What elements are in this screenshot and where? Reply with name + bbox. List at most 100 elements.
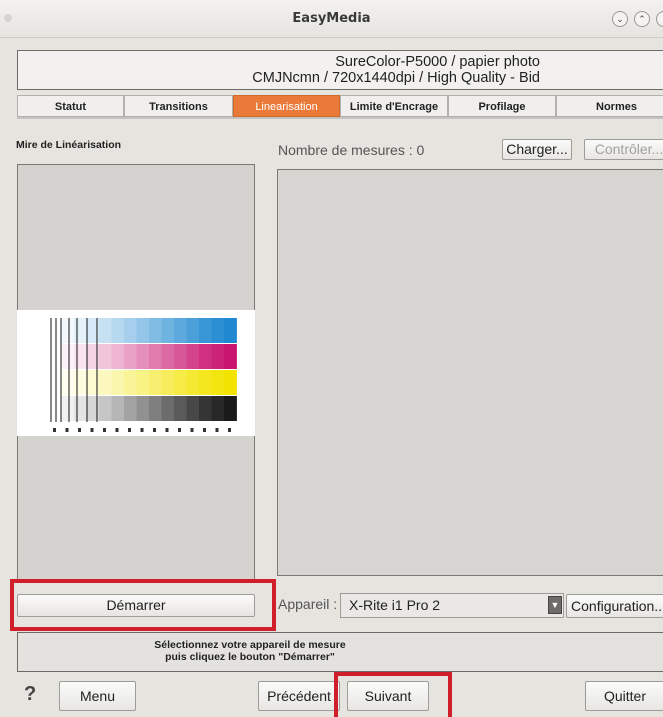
patch-black-2 xyxy=(74,396,87,421)
patch-magenta-1 xyxy=(61,344,75,369)
tab-linearisation[interactable]: Linearisation xyxy=(233,95,340,117)
patch-marker xyxy=(190,428,194,432)
patch-marker xyxy=(140,428,144,432)
patch-magenta-8 xyxy=(149,344,162,369)
status-line2: puis cliquez le bouton "Démarrer" xyxy=(165,651,335,663)
measurement-count: Nombre de mesures : 0 xyxy=(278,142,424,158)
load-button[interactable]: Charger... xyxy=(502,139,572,160)
device-label: Appareil : xyxy=(278,596,337,612)
patch-yellow-10 xyxy=(174,370,187,395)
tab-limite-encrage[interactable]: Limite d'Encrage xyxy=(340,95,448,117)
next-button-highlight xyxy=(334,672,452,717)
configuration-button[interactable]: Configuration... xyxy=(566,594,663,618)
patch-cyan-7 xyxy=(136,318,150,343)
measurement-area xyxy=(277,169,663,576)
chevron-down-icon: ▼ xyxy=(550,600,560,610)
patch-black-11 xyxy=(186,396,200,421)
patch-marker xyxy=(65,428,69,432)
tab-transitions[interactable]: Transitions xyxy=(124,95,233,117)
patch-marker xyxy=(128,428,131,432)
patch-yellow-11 xyxy=(186,370,200,395)
patch-black-12 xyxy=(199,396,212,421)
patch-black-1 xyxy=(61,396,75,421)
patch-cyan-11 xyxy=(186,318,200,343)
patch-yellow-7 xyxy=(136,370,150,395)
menu-button[interactable]: Menu xyxy=(59,681,136,711)
patch-cyan-9 xyxy=(161,318,175,343)
patch-cyan-10 xyxy=(174,318,187,343)
patch-black-8 xyxy=(149,396,162,421)
patch-cyan-2 xyxy=(74,318,87,343)
patch-marker xyxy=(165,428,169,432)
patch-yellow-5 xyxy=(111,370,125,395)
previous-button[interactable]: Précédent xyxy=(258,681,340,711)
patch-magenta-12 xyxy=(199,344,212,369)
patch-cyan-13 xyxy=(211,318,225,343)
patch-cyan-6 xyxy=(124,318,137,343)
quit-button[interactable]: Quitter xyxy=(585,681,663,711)
patch-cyan-8 xyxy=(149,318,162,343)
printer-info-line2: CMJNcmn / 720x1440dpi / High Quality - B… xyxy=(252,70,540,86)
measurement-count-separator: : xyxy=(408,142,413,158)
patch-magenta-7 xyxy=(136,344,150,369)
start-button-highlight xyxy=(10,579,276,631)
device-label-separator: : xyxy=(333,596,338,612)
tab-profilage[interactable]: Profilage xyxy=(448,95,556,117)
patch-marker xyxy=(53,428,56,432)
minimize-icon[interactable]: ⌄ xyxy=(612,11,628,27)
tab-normes[interactable]: Normes xyxy=(556,95,663,117)
patch-black-14 xyxy=(224,396,237,421)
patch-yellow-6 xyxy=(124,370,137,395)
patch-yellow-4 xyxy=(99,370,112,395)
measurement-count-label: Nombre de mesures xyxy=(278,142,405,158)
patch-black-6 xyxy=(124,396,137,421)
patch-yellow-1 xyxy=(61,370,75,395)
patch-yellow-2 xyxy=(74,370,87,395)
patch-magenta-2 xyxy=(74,344,87,369)
status-line1: Sélectionnez votre appareil de mesure xyxy=(154,639,346,651)
patch-yellow-9 xyxy=(161,370,175,395)
patch-yellow-12 xyxy=(199,370,212,395)
patch-marker xyxy=(78,428,81,432)
patch-cyan-14 xyxy=(224,318,237,343)
patch-yellow-13 xyxy=(211,370,225,395)
patch-marker xyxy=(103,428,106,432)
patch-yellow-8 xyxy=(149,370,162,395)
device-select[interactable]: X-Rite i1 Pro 2 xyxy=(340,593,564,618)
patch-magenta-14 xyxy=(224,344,237,369)
patch-marker xyxy=(178,428,181,432)
device-label-text: Appareil xyxy=(278,596,330,612)
patch-marker xyxy=(90,428,94,432)
maximize-icon[interactable]: ⌃ xyxy=(634,11,650,27)
patch-magenta-11 xyxy=(186,344,200,369)
patch-cyan-4 xyxy=(99,318,112,343)
patch-black-13 xyxy=(211,396,225,421)
patch-cyan-12 xyxy=(199,318,212,343)
patch-black-7 xyxy=(136,396,150,421)
patch-magenta-9 xyxy=(161,344,175,369)
patch-magenta-10 xyxy=(174,344,187,369)
patch-cyan-5 xyxy=(111,318,125,343)
patch-marker xyxy=(228,428,231,432)
window-title: EasyMedia xyxy=(292,11,371,26)
patch-marker xyxy=(215,428,219,432)
patch-magenta-6 xyxy=(124,344,137,369)
patch-black-5 xyxy=(111,396,125,421)
patch-black-9 xyxy=(161,396,175,421)
printer-info-line1: SureColor-P5000 / papier photo xyxy=(335,54,540,70)
patch-magenta-5 xyxy=(111,344,125,369)
patch-black-4 xyxy=(99,396,112,421)
patch-marker xyxy=(153,428,156,432)
patch-magenta-13 xyxy=(211,344,225,369)
patch-marker xyxy=(115,428,119,432)
measurement-count-value: 0 xyxy=(416,142,425,158)
patch-yellow-14 xyxy=(224,370,237,395)
tab-bar: Statut Transitions Linearisation Limite … xyxy=(17,95,663,119)
tab-statut[interactable]: Statut xyxy=(17,95,124,117)
target-title: Mire de Linéarisation xyxy=(16,139,122,151)
patch-cyan-1 xyxy=(61,318,75,343)
linearisation-target-image xyxy=(49,318,237,432)
check-button[interactable]: Contrôler... xyxy=(584,139,663,160)
patch-black-10 xyxy=(174,396,187,421)
help-icon[interactable]: ? xyxy=(24,683,36,706)
